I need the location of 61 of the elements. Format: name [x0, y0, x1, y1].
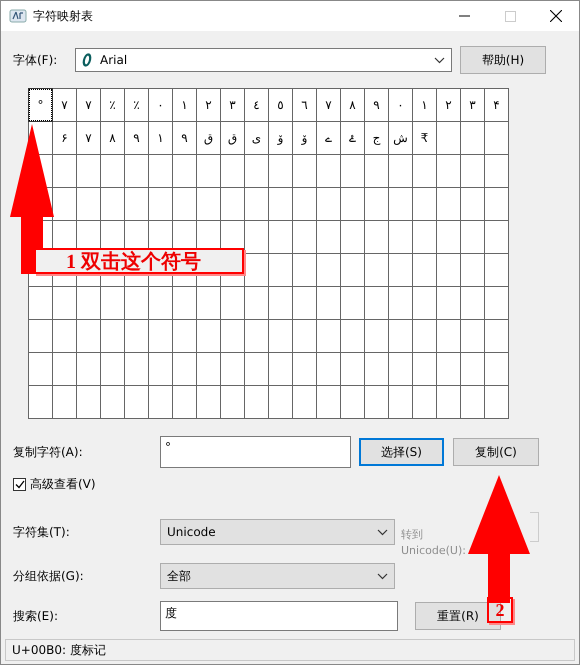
- character-cell[interactable]: ٥: [269, 89, 292, 121]
- opentype-font-icon: [82, 53, 92, 67]
- character-cell[interactable]: ٠: [389, 89, 412, 121]
- minimize-icon[interactable]: [458, 15, 470, 17]
- search-field[interactable]: 度: [160, 601, 398, 631]
- character-cell[interactable]: ے: [317, 122, 340, 154]
- group-by-dropdown[interactable]: 全部: [160, 563, 395, 589]
- character-cell[interactable]: ٤: [245, 89, 268, 121]
- advanced-view-label: 高级查看(V): [30, 476, 96, 493]
- character-cell[interactable]: ٧: [77, 89, 100, 121]
- help-button[interactable]: 帮助(H): [460, 46, 546, 74]
- character-cell[interactable]: ٢: [437, 89, 460, 121]
- character-cell[interactable]: ۷: [77, 122, 100, 154]
- font-dropdown[interactable]: Arial: [75, 48, 452, 72]
- character-cell[interactable]: ١: [173, 89, 196, 121]
- font-label: 字体(F):: [13, 52, 58, 68]
- character-cell[interactable]: ٪: [101, 89, 124, 121]
- character-cell[interactable]: ٧: [53, 89, 76, 121]
- character-cell[interactable]: ٠: [149, 89, 172, 121]
- character-cell[interactable]: ۴: [485, 89, 508, 121]
- character-cell[interactable]: ۹: [125, 122, 148, 154]
- character-cell[interactable]: ٦: [293, 89, 316, 121]
- unicode-field[interactable]: [530, 512, 539, 542]
- go-to-unicode-label: 转到 Unicode(U):: [401, 527, 465, 559]
- character-cell[interactable]: ₹: [413, 122, 436, 154]
- character-cell[interactable]: ق: [197, 122, 220, 154]
- character-cell[interactable]: ٪: [125, 89, 148, 121]
- character-cell[interactable]: ش: [389, 122, 412, 154]
- character-cell[interactable]: ۆ: [269, 122, 292, 154]
- character-cell[interactable]: ج: [365, 122, 388, 154]
- characters-to-copy-field[interactable]: °: [160, 436, 351, 468]
- character-cell[interactable]: ٩: [365, 89, 388, 121]
- character-cell[interactable]: ١: [149, 122, 172, 154]
- character-cell[interactable]: ٧: [317, 89, 340, 121]
- character-cell[interactable]: ۓ: [341, 122, 364, 154]
- status-bar: U+00B0: 度标记: [5, 639, 575, 661]
- search-label: 搜索(E):: [13, 608, 59, 624]
- character-cell[interactable]: °: [29, 89, 52, 121]
- character-cell[interactable]: ۶: [53, 122, 76, 154]
- close-icon[interactable]: [550, 10, 562, 22]
- group-by-label: 分组依据(G):: [13, 568, 85, 584]
- character-cell[interactable]: ی: [245, 122, 268, 154]
- character-cell[interactable]: ٨: [341, 89, 364, 121]
- advanced-view-checkbox[interactable]: [13, 478, 26, 491]
- character-cell[interactable]: ١: [413, 89, 436, 121]
- character-cell[interactable]: ٣: [221, 89, 244, 121]
- character-set-dropdown[interactable]: Unicode: [160, 519, 395, 545]
- character-cell[interactable]: ٣: [461, 89, 484, 121]
- character-set-label: 字符集(T):: [13, 524, 71, 540]
- character-cell[interactable]: ۆ: [293, 122, 316, 154]
- copy-button[interactable]: 复制(C): [453, 438, 539, 466]
- character-cell[interactable]: ق: [221, 122, 244, 154]
- character-cell[interactable]: ٩: [173, 122, 196, 154]
- window-title: 字符映射表: [33, 8, 94, 24]
- character-cell[interactable]: ٢: [197, 89, 220, 121]
- select-button[interactable]: 选择(S): [359, 438, 444, 466]
- annotation-label: 2: [487, 597, 513, 623]
- annotation-label: 1 双击这个符号: [34, 248, 244, 274]
- copy-characters-label: 复制字符(A):: [13, 444, 84, 460]
- character-cell[interactable]: ۸: [101, 122, 124, 154]
- app-icon: [9, 9, 27, 23]
